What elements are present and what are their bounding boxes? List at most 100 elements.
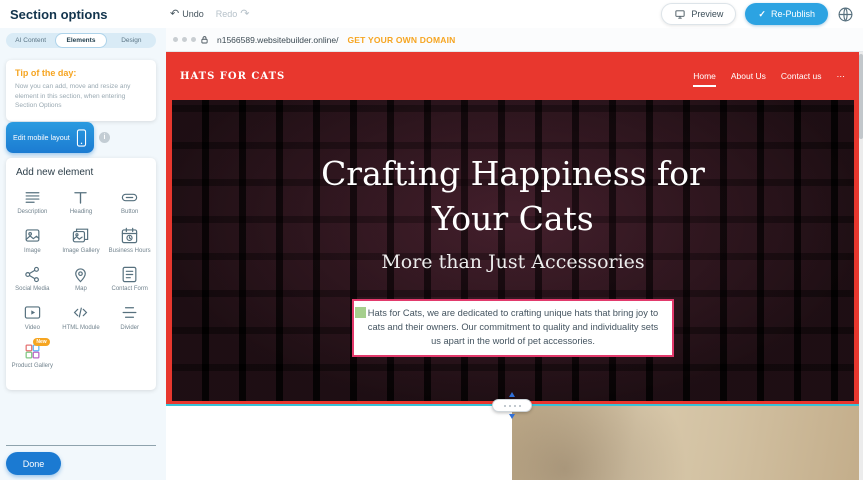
element-label: Social Media [15, 286, 49, 294]
get-domain-link[interactable]: GET YOUR OWN DOMAIN [347, 35, 455, 45]
drag-handle[interactable] [355, 307, 366, 318]
video-icon [23, 303, 42, 323]
image-gallery-icon [71, 226, 90, 246]
tip-title: Tip of the day: [15, 68, 147, 78]
sidebar: AI Content Elements Design Tip of the da… [0, 28, 166, 480]
element-label: HTML Module [62, 325, 99, 333]
tip-body: Now you can add, move and resize any ele… [15, 82, 147, 111]
info-icon[interactable]: i [99, 132, 110, 143]
topbar-actions: Preview ✓ Re-Publish [661, 3, 863, 25]
hero-section: Crafting Happiness for Your Cats More th… [166, 100, 863, 406]
element-tile-divider[interactable]: Divider [105, 298, 154, 337]
image-icon [23, 226, 42, 246]
nav-home[interactable]: Home [693, 67, 716, 85]
redo-icon: ↷ [240, 9, 249, 20]
new-badge: New [33, 338, 49, 346]
html-module-icon [71, 303, 90, 323]
republish-label: Re-Publish [771, 9, 815, 19]
add-element-panel: Add new element Description Heading Butt… [6, 158, 156, 390]
element-tile-contact-form[interactable]: Contact Form [105, 259, 154, 298]
element-label: Map [75, 286, 87, 294]
element-label: Heading [70, 209, 92, 217]
handle-dot [509, 405, 511, 407]
section-resize-handle[interactable] [492, 399, 532, 412]
add-element-title: Add new element [8, 167, 154, 178]
element-label: Business Hours [109, 248, 151, 256]
arrow-up-icon [509, 392, 515, 397]
handle-dot [514, 405, 516, 407]
hero-heading[interactable]: Crafting Happiness for Your Cats [298, 152, 728, 241]
done-button[interactable]: Done [6, 452, 61, 475]
redo-label: Redo [216, 9, 238, 19]
heading-icon [71, 187, 90, 207]
site-header: HATS FOR CATS Home About Us Contact us ⋯ [166, 52, 863, 100]
map-pin-icon [71, 264, 90, 284]
element-tile-image[interactable]: Image [8, 221, 57, 260]
hero-paragraph-text: Hats for Cats, we are dedicated to craft… [368, 308, 658, 346]
check-icon: ✓ [758, 9, 766, 20]
element-label: Image [24, 248, 41, 256]
redo-button[interactable]: Redo ↷ [216, 9, 250, 20]
page-title: Section options [0, 7, 156, 22]
element-tile-image-gallery[interactable]: Image Gallery [57, 221, 106, 260]
element-tile-product-gallery[interactable]: New Product Gallery [8, 336, 57, 375]
tip-card: Tip of the day: Now you can add, move an… [6, 60, 156, 121]
undo-label: Undo [182, 9, 204, 19]
hero-subheading[interactable]: More than Just Accessories [381, 251, 644, 273]
element-label: Image Gallery [62, 248, 99, 256]
handle-dot [519, 405, 521, 407]
element-tile-description[interactable]: Description [8, 182, 57, 221]
social-media-icon [23, 264, 42, 284]
site-url[interactable]: n1566589.websitebuilder.online/ [217, 35, 338, 45]
hero-paragraph[interactable]: Hats for Cats, we are dedicated to craft… [352, 299, 674, 357]
topbar: Section options ↶ Undo Redo ↷ Preview ✓ … [0, 0, 863, 28]
sidebar-divider [6, 445, 156, 446]
nav-about-us[interactable]: About Us [731, 67, 766, 85]
tab-ai-content[interactable]: AI Content [6, 33, 55, 48]
globe-icon[interactable] [837, 6, 854, 23]
undo-button[interactable]: ↶ Undo [170, 9, 204, 20]
contact-form-icon [120, 264, 139, 284]
arrow-down-icon [509, 414, 515, 419]
phone-icon [76, 129, 87, 147]
undo-icon: ↶ [170, 9, 179, 20]
site-logo[interactable]: HATS FOR CATS [180, 71, 285, 82]
element-tile-map[interactable]: Map [57, 259, 106, 298]
preview-button[interactable]: Preview [661, 3, 736, 25]
nav-more[interactable]: ⋯ [837, 67, 846, 86]
business-hours-icon [120, 226, 139, 246]
preview-label: Preview [691, 9, 723, 19]
hero-background-image: Crafting Happiness for Your Cats More th… [172, 100, 854, 401]
element-label: Divider [120, 325, 139, 333]
element-tile-business-hours[interactable]: Business Hours [105, 221, 154, 260]
element-tile-button[interactable]: Button [105, 182, 154, 221]
edit-mobile-layout-button[interactable]: Edit mobile layout [6, 122, 94, 153]
republish-button[interactable]: ✓ Re-Publish [745, 3, 828, 25]
next-section-image [512, 406, 863, 480]
site-preview: n1566589.websitebuilder.online/ GET YOUR… [166, 28, 863, 480]
description-icon [23, 187, 42, 207]
browser-bar: n1566589.websitebuilder.online/ GET YOUR… [166, 28, 863, 52]
browser-dot [191, 37, 196, 42]
element-label: Button [121, 209, 138, 217]
element-label: Description [17, 209, 47, 217]
nav-contact-us[interactable]: Contact us [781, 67, 822, 85]
element-tile-heading[interactable]: Heading [57, 182, 106, 221]
page-scrollbar [859, 52, 863, 480]
sidebar-tabs: AI Content Elements Design [6, 33, 156, 48]
element-grid: Description Heading Button Image Image G… [8, 182, 154, 375]
element-label: Product Gallery [12, 363, 53, 371]
website-canvas: HATS FOR CATS Home About Us Contact us ⋯… [166, 52, 863, 480]
element-tile-html-module[interactable]: HTML Module [57, 298, 106, 337]
tab-design[interactable]: Design [107, 33, 156, 48]
browser-dot [173, 37, 178, 42]
tab-elements[interactable]: Elements [55, 33, 106, 48]
divider-icon [120, 303, 139, 323]
monitor-icon [674, 9, 686, 20]
button-icon [120, 187, 139, 207]
lock-icon [200, 35, 209, 45]
element-tile-social-media[interactable]: Social Media [8, 259, 57, 298]
element-label: Video [25, 325, 40, 333]
scrollbar-thumb[interactable] [859, 54, 863, 139]
element-tile-video[interactable]: Video [8, 298, 57, 337]
